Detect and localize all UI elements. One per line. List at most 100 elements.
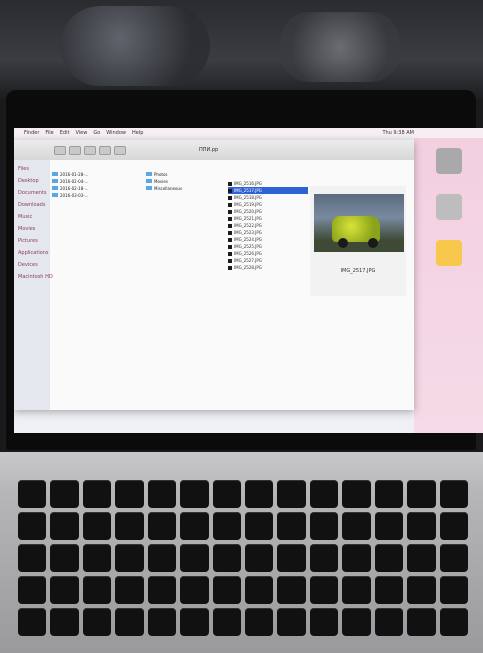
file-item[interactable]: IMG_2528.JPG — [228, 264, 308, 271]
file-item[interactable]: IMG_2527.JPG — [228, 257, 308, 264]
room-backdrop — [0, 0, 483, 100]
key — [212, 512, 241, 540]
menu-item[interactable]: Finder — [24, 130, 39, 136]
keyboard — [18, 480, 468, 650]
list-item[interactable]: Movies — [146, 178, 216, 184]
file-item[interactable]: IMG_2520.JPG — [228, 208, 308, 215]
key — [82, 512, 112, 540]
key — [50, 608, 79, 636]
sidebar-item: Devices — [18, 262, 38, 268]
folder-icon — [52, 179, 58, 183]
forward-button[interactable] — [69, 145, 81, 155]
menu-item[interactable]: File — [45, 130, 53, 136]
sidebar-item[interactable]: Downloads — [18, 202, 50, 208]
menu-item[interactable]: View — [75, 130, 87, 136]
back-button[interactable] — [54, 145, 66, 155]
key — [407, 480, 436, 508]
key — [115, 576, 144, 604]
menu-item[interactable]: Help — [132, 130, 143, 136]
desktop-folder-icon[interactable] — [436, 240, 462, 266]
file-list: IMG_2516.JPG IMG_2517.JPG IMG_2518.JPG I… — [228, 180, 308, 271]
file-item[interactable]: IMG_2523.JPG — [228, 229, 308, 236]
sidebar-item[interactable]: Documents — [18, 190, 50, 196]
key — [439, 608, 468, 636]
key — [309, 480, 339, 508]
key — [147, 576, 177, 604]
key — [82, 480, 112, 508]
finder-sidebar: Files Desktop Documents Downloads Music … — [14, 160, 53, 410]
window-title: ППИ.pp — [199, 147, 219, 153]
file-item[interactable]: IMG_2516.JPG — [228, 180, 308, 187]
key — [309, 576, 339, 604]
menu-clock: Thu 9:38 AM — [382, 130, 414, 136]
sidebar-item[interactable]: Applications — [18, 250, 50, 256]
desktop-file-icon[interactable] — [436, 148, 462, 174]
finder-toolbar: ППИ.pp — [14, 140, 414, 160]
key — [342, 480, 371, 508]
key — [18, 608, 47, 636]
menu-item[interactable]: Edit — [60, 130, 70, 136]
folder-icon — [146, 186, 152, 190]
list-item[interactable]: 2016-02-18-... — [52, 185, 132, 191]
image-file-icon — [228, 237, 232, 242]
key — [374, 544, 404, 572]
menu-item[interactable]: Go — [93, 130, 100, 136]
image-file-icon — [228, 195, 232, 200]
sidebar-item[interactable]: Pictures — [18, 238, 50, 244]
list-item[interactable]: 2016-01-28-... — [52, 171, 132, 177]
file-item[interactable]: IMG_2518.JPG — [228, 194, 308, 201]
car-wheel — [368, 238, 378, 248]
key — [439, 576, 468, 604]
desktop-file-icon[interactable] — [436, 194, 462, 220]
sidebar-item[interactable]: Macintosh HD — [18, 274, 53, 280]
file-item[interactable]: IMG_2524.JPG — [228, 236, 308, 243]
file-item[interactable]: IMG_2525.JPG — [228, 243, 308, 250]
key — [147, 544, 177, 572]
key — [277, 480, 306, 508]
key — [147, 608, 177, 636]
file-item[interactable]: IMG_2526.JPG — [228, 250, 308, 257]
list-item[interactable]: 2016-02-04-... — [52, 178, 132, 184]
file-item[interactable]: IMG_2522.JPG — [228, 222, 308, 229]
list-item[interactable]: Photos — [146, 171, 216, 177]
key — [277, 544, 306, 572]
sidebar-item[interactable]: Music — [18, 214, 50, 220]
folder-icon — [146, 179, 152, 183]
action-button[interactable] — [114, 145, 126, 155]
list-item[interactable]: 2016-03-03-... — [52, 192, 132, 198]
list-item[interactable]: Miscellaneous — [146, 185, 216, 191]
image-file-icon — [228, 181, 232, 186]
file-item-selected[interactable]: IMG_2517.JPG — [228, 187, 308, 194]
menu-item[interactable]: Window — [106, 130, 126, 136]
finder-window: ППИ.pp Files Desktop Documents Downloads… — [14, 140, 414, 410]
view-button[interactable] — [84, 145, 96, 155]
key — [342, 512, 371, 540]
sidebar-item[interactable]: Files — [18, 166, 50, 172]
folder-icon — [146, 172, 152, 176]
key — [374, 608, 404, 636]
folder-icon — [52, 172, 58, 176]
key — [309, 512, 339, 540]
key — [374, 480, 404, 508]
key — [277, 576, 306, 604]
key — [277, 608, 306, 636]
file-item[interactable]: IMG_2521.JPG — [228, 215, 308, 222]
key — [309, 608, 339, 636]
key — [82, 576, 112, 604]
image-file-icon — [228, 188, 232, 193]
key — [407, 608, 436, 636]
view-button[interactable] — [99, 145, 111, 155]
key — [147, 480, 177, 508]
laptop-screen: Finder File Edit View Go Window Help Thu… — [14, 128, 483, 433]
key — [374, 512, 404, 540]
preview-filename: IMG_2517.JPG — [340, 268, 376, 274]
key — [342, 544, 371, 572]
key — [245, 512, 274, 540]
sidebar-item[interactable]: Movies — [18, 226, 50, 232]
image-file-icon — [228, 265, 232, 270]
file-item[interactable]: IMG_2519.JPG — [228, 201, 308, 208]
key — [115, 608, 144, 636]
preview-pane: IMG_2517.JPG — [310, 186, 406, 296]
key — [180, 512, 209, 540]
sidebar-item[interactable]: Desktop — [18, 178, 50, 184]
